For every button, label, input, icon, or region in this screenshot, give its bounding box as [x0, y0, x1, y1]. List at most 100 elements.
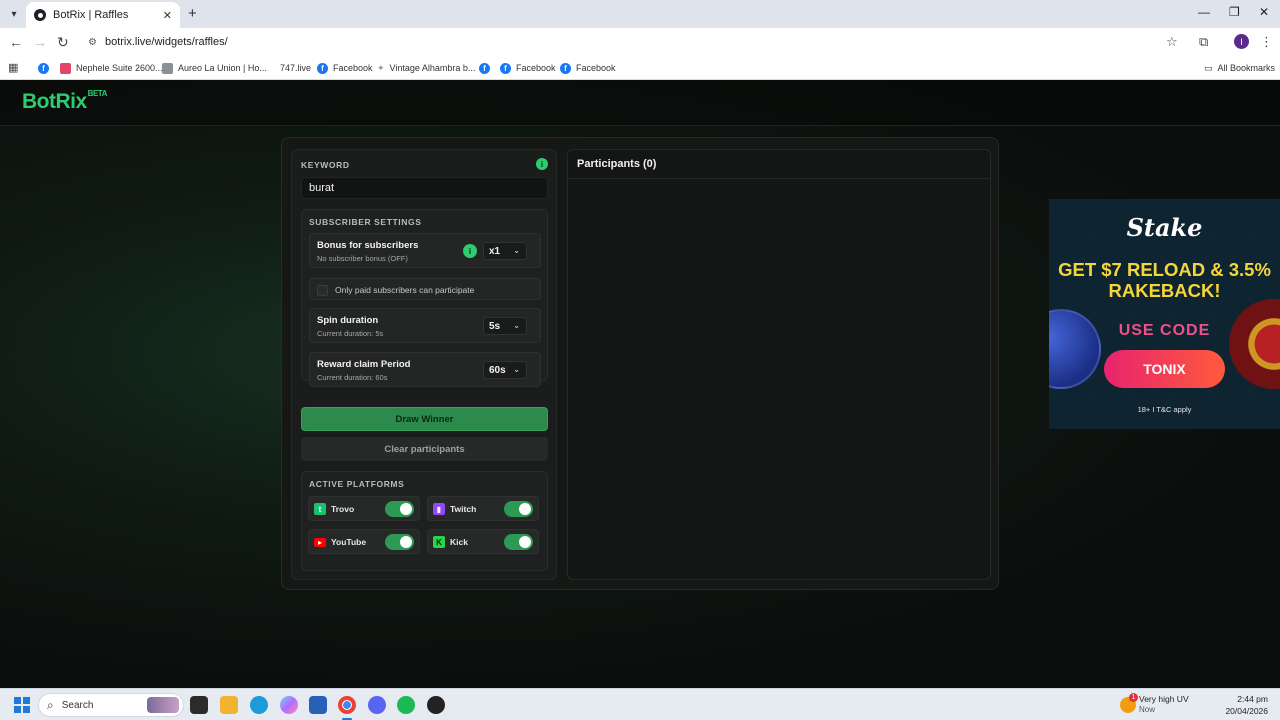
app-icon[interactable] — [427, 696, 445, 714]
subscriber-settings: SUBSCRIBER SETTINGS Bonus for subscriber… — [301, 209, 548, 387]
spin-title: Spin duration — [317, 315, 379, 326]
facebook-icon: f — [560, 62, 571, 74]
clock-date: 20/04/2026 — [1225, 706, 1268, 716]
youtube-toggle[interactable] — [385, 534, 414, 550]
tab-search-chevron-icon[interactable]: ▾ — [6, 6, 22, 22]
vintage-icon: ✦ — [377, 62, 385, 73]
bookmark-item[interactable]: Nephele Suite 2600... — [60, 60, 163, 76]
twitch-toggle[interactable] — [504, 501, 533, 517]
tab-close-icon[interactable]: ✕ — [163, 9, 172, 22]
reload-icon[interactable]: ↻ — [57, 34, 69, 51]
bookmark-item[interactable]: f Facebook — [317, 60, 373, 76]
taskbar-search[interactable]: ⌕ Search — [38, 693, 184, 717]
reward-subtitle: Current duration: 60s — [317, 373, 388, 382]
weather-widget[interactable]: 1 Very high UV Now — [1120, 693, 1220, 717]
apps-grid-icon[interactable]: ▦ — [8, 61, 18, 74]
clear-participants-button[interactable]: Clear participants — [301, 437, 548, 461]
system-clock[interactable]: 2:44 pm 20/04/2026 — [1225, 693, 1268, 717]
botrix-logo[interactable]: BotRixBETA — [22, 89, 107, 114]
bonus-title: Bonus for subscribers — [317, 240, 419, 251]
bookmark-item[interactable]: 747.live — [280, 60, 311, 76]
bookmark-item[interactable]: ✦ Vintage Alhambra b... — [377, 60, 475, 76]
bookmarks-bar: f Nephele Suite 2600... Aureo La Union |… — [0, 56, 1280, 80]
reward-period-select[interactable]: 60s ⌄ — [483, 361, 527, 379]
bonus-multiplier-select[interactable]: x1 ⌄ — [483, 242, 527, 260]
new-tab-icon[interactable]: + — [188, 5, 197, 22]
extensions-icon[interactable]: ⧉ — [1199, 34, 1208, 50]
site-info-icon[interactable]: ⚙ — [88, 37, 97, 48]
spin-duration-row: Spin duration Current duration: 5s 5s ⌄ — [309, 308, 541, 343]
paid-only-label: Only paid subscribers can participate — [335, 285, 475, 295]
windows-taskbar: ⌕ Search 1 Very high UV Now 2:44 pm 20/0… — [0, 688, 1280, 720]
aureo-icon — [162, 62, 173, 74]
platform-trovo: t Trovo — [308, 496, 420, 521]
botrix-favicon-icon — [34, 9, 46, 21]
platform-kick: K Kick — [427, 529, 539, 554]
edge-icon[interactable] — [250, 696, 268, 714]
browser-tab[interactable]: BotRix | Raffles ✕ — [26, 2, 180, 28]
window-close-icon[interactable]: ✕ — [1259, 5, 1269, 19]
bookmark-item[interactable]: f Facebook — [560, 60, 616, 76]
all-bookmarks[interactable]: ▭ All Bookmarks — [1204, 60, 1275, 76]
browser-menu-icon[interactable]: ⋮ — [1260, 34, 1273, 50]
ad-use-code: USE CODE — [1118, 322, 1211, 339]
bonus-info-icon[interactable]: i — [463, 244, 477, 258]
spin-subtitle: Current duration: 5s — [317, 329, 384, 338]
chevron-down-icon: ⌄ — [513, 321, 520, 330]
bookmark-facebook-icon[interactable]: f — [479, 60, 495, 76]
bookmark-facebook-icon[interactable]: f — [38, 60, 54, 76]
chrome-icon[interactable] — [338, 696, 356, 720]
file-explorer-icon[interactable] — [220, 696, 238, 714]
tab-strip: ▾ BotRix | Raffles ✕ + — ❐ ✕ — [0, 0, 1280, 28]
divider — [568, 178, 990, 179]
weather-subtitle: Now — [1139, 705, 1156, 714]
kick-icon: K — [433, 536, 445, 548]
bookmark-item[interactable]: f Facebook — [500, 60, 556, 76]
nephele-icon — [60, 62, 71, 74]
participants-panel: Participants (0) — [567, 149, 991, 580]
forward-icon[interactable]: → — [33, 34, 47, 50]
keyword-info-icon[interactable]: i — [536, 158, 548, 170]
page: BotRixBETA KEYWORD i burat SUBSCRIBER SE… — [0, 80, 1280, 688]
draw-winner-button[interactable]: Draw Winner — [301, 407, 548, 431]
address-bar[interactable]: ⚙ botrix.live/widgets/raffles/ — [80, 31, 1190, 53]
keyword-label: KEYWORD — [301, 160, 350, 170]
profile-avatar[interactable]: I — [1234, 34, 1249, 49]
url-text: botrix.live/widgets/raffles/ — [104, 36, 228, 48]
kick-toggle[interactable] — [504, 534, 533, 550]
restore-icon[interactable]: ❐ — [1229, 5, 1240, 19]
participants-title: Participants (0) — [577, 158, 657, 170]
task-view-icon[interactable] — [190, 696, 208, 714]
store-icon[interactable] — [309, 696, 327, 714]
stake-logo: Stake — [1126, 213, 1203, 242]
platform-twitch: ▮ Twitch — [427, 496, 539, 521]
spin-duration-select[interactable]: 5s ⌄ — [483, 317, 527, 335]
bookmark-item[interactable]: Aureo La Union | Ho... — [162, 60, 267, 76]
facebook-icon: f — [317, 62, 328, 74]
stake-advertisement[interactable]: Stake GET $7 RELOAD & 3.5% RAKEBACK! USE… — [1049, 199, 1280, 429]
clock-time: 2:44 pm — [1237, 694, 1268, 704]
twitch-icon: ▮ — [433, 503, 445, 515]
page-header: BotRixBETA — [0, 80, 1280, 126]
active-platforms-label: ACTIVE PLATFORMS — [309, 479, 405, 489]
paid-only-row[interactable]: Only paid subscribers can participate — [309, 278, 541, 300]
discord-icon[interactable] — [368, 696, 386, 714]
spotify-icon[interactable] — [397, 696, 415, 714]
ad-headline: GET $7 RELOAD & 3.5% RAKEBACK! — [1058, 259, 1271, 301]
raffle-panel: KEYWORD i burat SUBSCRIBER SETTINGS Bonu… — [281, 137, 999, 590]
paid-only-checkbox[interactable] — [317, 285, 328, 296]
back-icon[interactable]: ← — [9, 34, 23, 50]
minimize-icon[interactable]: — — [1198, 5, 1210, 19]
windows-start-icon[interactable] — [14, 697, 30, 713]
reward-period-row: Reward claim Period Current duration: 60… — [309, 352, 541, 387]
folder-icon: ▭ — [1204, 62, 1213, 73]
trovo-toggle[interactable] — [385, 501, 414, 517]
keyword-input[interactable]: burat — [301, 177, 548, 199]
bookmark-star-icon[interactable]: ☆ — [1166, 34, 1178, 50]
ad-code-button[interactable]: TONIX — [1104, 350, 1225, 388]
subscriber-settings-label: SUBSCRIBER SETTINGS — [309, 217, 422, 227]
copilot-icon[interactable] — [280, 696, 298, 714]
tab-title: BotRix | Raffles — [53, 9, 129, 21]
platform-youtube: ▸ YouTube — [308, 529, 420, 554]
weather-title: Very high UV — [1139, 694, 1189, 704]
